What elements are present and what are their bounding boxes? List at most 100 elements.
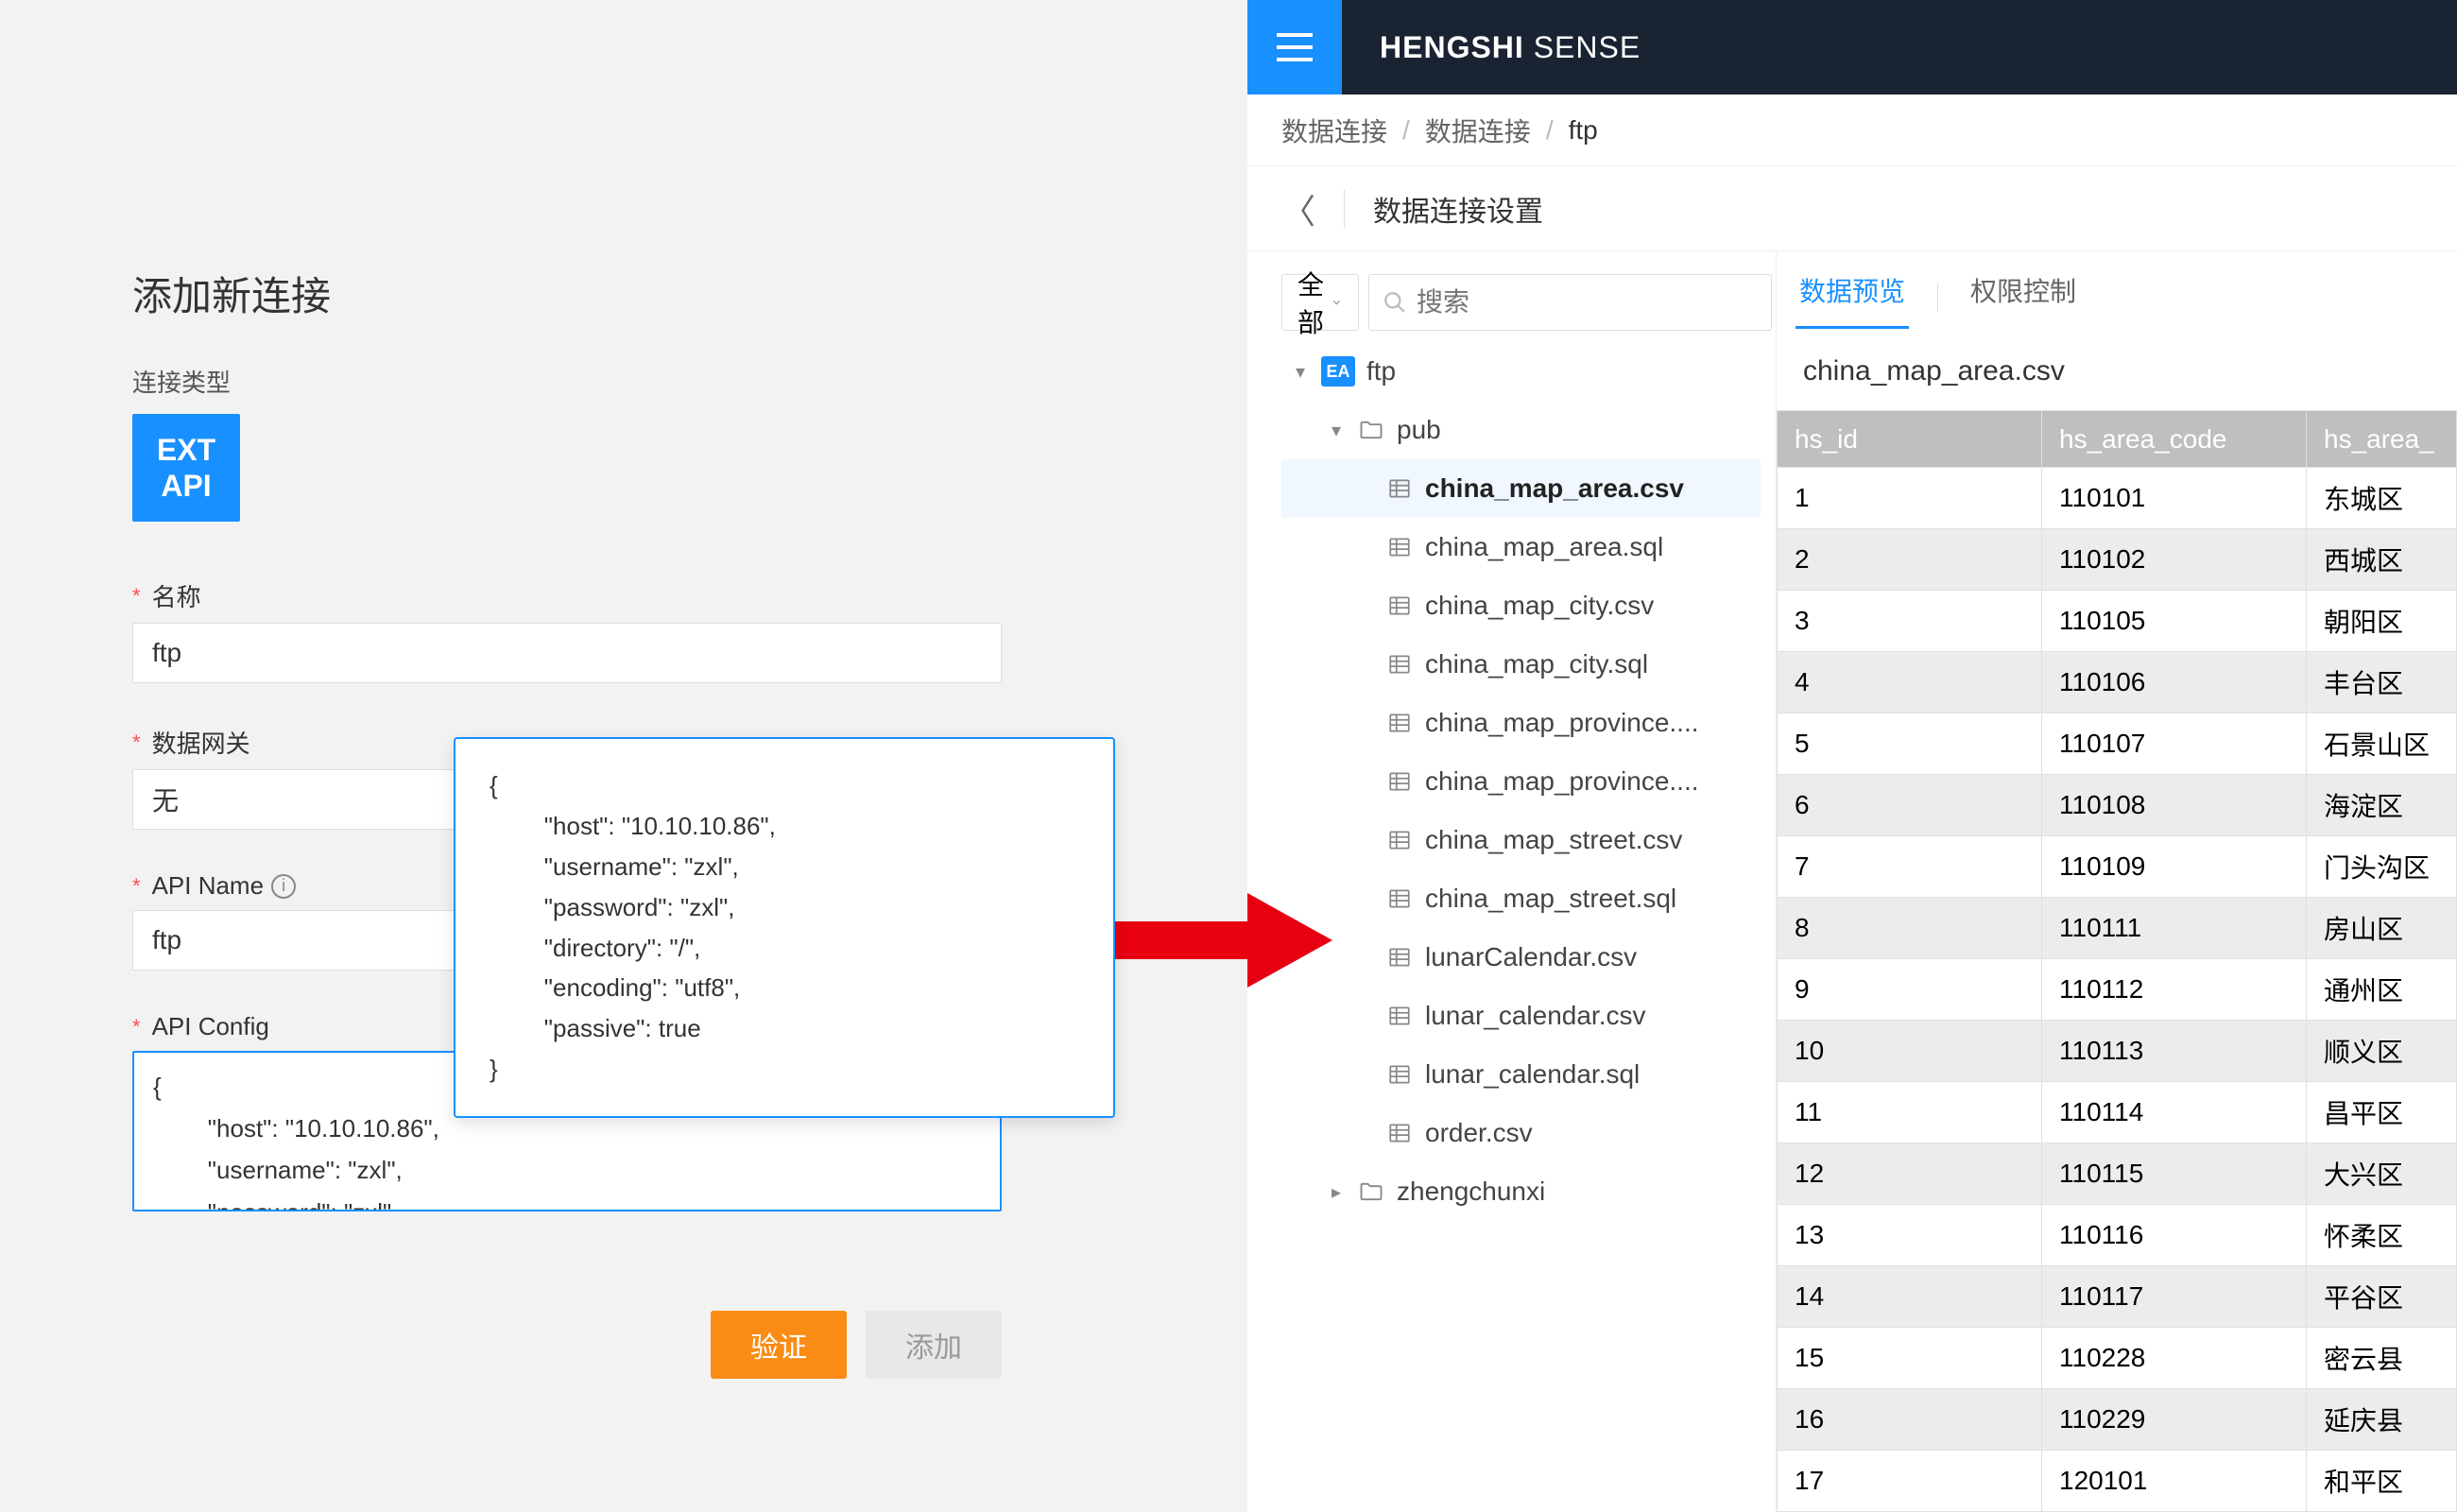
table-cell: 顺义区 (2307, 1021, 2457, 1082)
filter-select[interactable]: 全部 (1281, 274, 1359, 331)
table-header-cell: hs_id (1778, 411, 2042, 468)
tree-file-item[interactable]: china_map_area.sql (1281, 518, 1761, 576)
table-row[interactable]: 5110107石景山区 (1778, 713, 2457, 775)
caret-icon: ▾ (1327, 419, 1346, 442)
table-cell: 15 (1778, 1328, 2042, 1389)
table-cell: 110115 (2042, 1143, 2307, 1205)
table-row[interactable]: 16110229延庆县 (1778, 1389, 2457, 1451)
hamburger-icon (1277, 33, 1313, 61)
table-row[interactable]: 2110102西城区 (1778, 529, 2457, 591)
table-icon (1385, 652, 1414, 677)
add-connection-panel: 添加新连接 连接类型 EXT API *名称 *数据网关 *API Namei … (0, 0, 1247, 1512)
table-icon (1385, 1004, 1414, 1028)
node-label: lunar_calendar.sql (1425, 1059, 1640, 1090)
table-cell: 10 (1778, 1021, 2042, 1082)
table-cell: 9 (1778, 959, 2042, 1021)
table-cell: 110101 (2042, 468, 2307, 529)
node-label: china_map_area.csv (1425, 473, 1684, 504)
table-row[interactable]: 10110113顺义区 (1778, 1021, 2457, 1082)
table-icon (1385, 1121, 1414, 1145)
table-cell: 110111 (2042, 898, 2307, 959)
tree-file-item[interactable]: lunarCalendar.csv (1281, 928, 1761, 987)
table-cell: 1 (1778, 468, 2042, 529)
tree-file-item[interactable]: china_map_area.csv (1281, 459, 1761, 518)
node-label: china_map_city.csv (1425, 591, 1654, 621)
table-cell: 110108 (2042, 775, 2307, 836)
breadcrumb-item[interactable]: 数据连接 (1281, 112, 1387, 149)
table-cell: 5 (1778, 713, 2042, 775)
table-icon (1385, 945, 1414, 970)
tree-file-item[interactable]: china_map_street.csv (1281, 811, 1761, 869)
tree-file-item[interactable]: china_map_province.... (1281, 752, 1761, 811)
table-icon (1385, 769, 1414, 794)
search-box[interactable] (1368, 274, 1772, 331)
table-row[interactable]: 6110108海淀区 (1778, 775, 2457, 836)
table-cell: 西城区 (2307, 529, 2457, 591)
connection-type-badge[interactable]: EXT API (132, 414, 240, 522)
tree-file-item[interactable]: china_map_province.... (1281, 694, 1761, 752)
table-row[interactable]: 8110111房山区 (1778, 898, 2457, 959)
tree-file-item[interactable]: order.csv (1281, 1104, 1761, 1162)
tab-permission[interactable]: 权限控制 (1967, 271, 2080, 329)
table-icon (1385, 593, 1414, 618)
table-cell: 房山区 (2307, 898, 2457, 959)
menu-button[interactable] (1247, 0, 1342, 94)
info-icon[interactable]: i (271, 874, 296, 899)
add-button[interactable]: 添加 (866, 1311, 1002, 1379)
table-cell: 延庆县 (2307, 1389, 2457, 1451)
tree-root-node[interactable]: ▾EAftp (1281, 342, 1761, 401)
table-cell: 海淀区 (2307, 775, 2457, 836)
back-button[interactable]: 〈 (1281, 184, 1315, 233)
table-row[interactable]: 15110228密云县 (1778, 1328, 2457, 1389)
table-cell: 13 (1778, 1205, 2042, 1266)
table-cell: 110116 (2042, 1205, 2307, 1266)
table-row[interactable]: 4110106丰台区 (1778, 652, 2457, 713)
api-config-tooltip: { "host": "10.10.10.86", "username": "zx… (454, 737, 1115, 1118)
table-row[interactable]: 9110112通州区 (1778, 959, 2457, 1021)
node-label: china_map_city.sql (1425, 649, 1648, 679)
search-input[interactable] (1417, 287, 1758, 318)
table-cell: 昌平区 (2307, 1082, 2457, 1143)
tree-folder[interactable]: ▾pub (1281, 401, 1761, 459)
tree-file-item[interactable]: lunar_calendar.csv (1281, 987, 1761, 1045)
folder-icon (1357, 1178, 1385, 1205)
page-title: 添加新连接 (132, 265, 1115, 322)
connection-type-label: 连接类型 (132, 364, 1115, 399)
tree-file-item[interactable]: lunar_calendar.sql (1281, 1045, 1761, 1104)
table-header-cell: hs_area_code (2042, 411, 2307, 468)
tree-file-item[interactable]: china_map_city.csv (1281, 576, 1761, 635)
node-label: lunarCalendar.csv (1425, 942, 1637, 972)
table-cell: 17 (1778, 1451, 2042, 1512)
connection-detail-panel: HENGSHI SENSE 数据连接 / 数据连接 / ftp 〈 数据连接设置… (1247, 0, 2457, 1512)
tab-data-preview[interactable]: 数据预览 (1796, 271, 1909, 329)
node-label: china_map_street.sql (1425, 884, 1676, 914)
table-row[interactable]: 13110116怀柔区 (1778, 1205, 2457, 1266)
table-cell: 110107 (2042, 713, 2307, 775)
table-row[interactable]: 11110114昌平区 (1778, 1082, 2457, 1143)
table-header-cell: hs_area_ (2307, 411, 2457, 468)
table-cell: 2 (1778, 529, 2042, 591)
table-cell: 110228 (2042, 1328, 2307, 1389)
table-row[interactable]: 12110115大兴区 (1778, 1143, 2457, 1205)
subheader-title: 数据连接设置 (1373, 188, 1543, 230)
tree-file-item[interactable]: china_map_city.sql (1281, 635, 1761, 694)
brand-logo: HENGSHI SENSE (1380, 30, 1641, 65)
table-cell: 7 (1778, 836, 2042, 898)
table-row[interactable]: 7110109门头沟区 (1778, 836, 2457, 898)
table-row[interactable]: 17120101和平区 (1778, 1451, 2457, 1512)
validate-button[interactable]: 验证 (711, 1311, 847, 1379)
table-icon (1385, 535, 1414, 559)
data-table: hs_idhs_area_codehs_area_ 1110101东城区2110… (1777, 410, 2457, 1512)
breadcrumb-item[interactable]: 数据连接 (1425, 112, 1531, 149)
table-row[interactable]: 1110101东城区 (1778, 468, 2457, 529)
name-input[interactable] (132, 623, 1002, 683)
table-row[interactable]: 3110105朝阳区 (1778, 591, 2457, 652)
table-cell: 110109 (2042, 836, 2307, 898)
tree-column: 全部 ▾EAftp▾pub china_map_area.csv china_map… (1247, 251, 1777, 1512)
tree-folder[interactable]: ▸zhengchunxi (1281, 1162, 1761, 1221)
tree-file-item[interactable]: china_map_street.sql (1281, 869, 1761, 928)
topbar: HENGSHI SENSE (1247, 0, 2457, 94)
table-row[interactable]: 14110117平谷区 (1778, 1266, 2457, 1328)
table-cell: 3 (1778, 591, 2042, 652)
node-label: china_map_province.... (1425, 766, 1699, 797)
